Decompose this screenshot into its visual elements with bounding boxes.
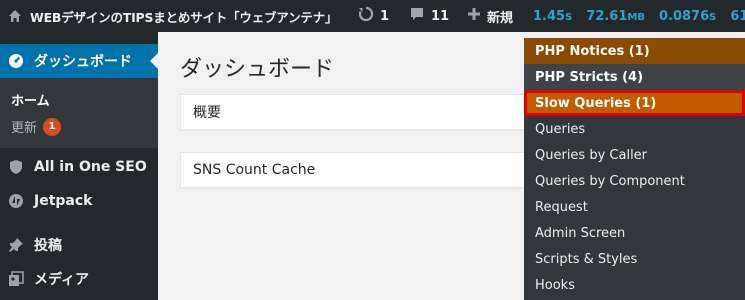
qm-time: 1.45S bbox=[533, 8, 573, 24]
query-monitor-stats[interactable]: 1.45S 72.61MB 0.0876S 61Q bbox=[533, 0, 745, 32]
plus-icon bbox=[467, 7, 481, 25]
sidebar-item-label: ダッシュボード bbox=[34, 54, 132, 70]
shield-icon bbox=[8, 159, 24, 175]
home-icon[interactable] bbox=[8, 0, 22, 32]
qm-menu-item-admin-screen[interactable]: Admin Screen bbox=[524, 220, 745, 246]
query-monitor-menu: PHP Notices (1) PHP Stricts (4) Slow Que… bbox=[524, 38, 745, 300]
sidebar-item-dashboard[interactable]: ダッシュボード bbox=[0, 44, 158, 78]
sidebar-item-label: All in One SEO bbox=[34, 159, 147, 175]
sidebar-item-jetpack[interactable]: Jetpack bbox=[0, 186, 158, 216]
sidebar-item-label: Jetpack bbox=[34, 193, 93, 209]
qm-menu-item-request[interactable]: Request bbox=[524, 194, 745, 220]
submenu-item-updates[interactable]: 更新 1 bbox=[11, 117, 62, 136]
submenu-item-label: 更新 bbox=[11, 121, 38, 136]
qm-db-time: 0.0876S bbox=[658, 8, 717, 24]
jetpack-icon bbox=[8, 193, 24, 209]
sidebar-item-label: 投稿 bbox=[34, 238, 62, 254]
page-title: ダッシュボード bbox=[180, 57, 335, 82]
qm-menu-item-scripts-styles[interactable]: Scripts & Styles bbox=[524, 246, 745, 272]
admin-sidebar: ダッシュボード ホーム 更新 1 All in One SEO Jetpack … bbox=[0, 32, 158, 300]
qm-menu-item-php-stricts[interactable]: PHP Stricts (4) bbox=[524, 64, 745, 90]
qm-menu-item-queries-by-component[interactable]: Queries by Component bbox=[524, 168, 745, 194]
qm-queries: 61Q bbox=[730, 8, 745, 24]
sidebar-item-media[interactable]: メディア bbox=[0, 264, 158, 294]
dashboard-widget-overview[interactable]: 概要 bbox=[180, 94, 540, 130]
submenu-item-home[interactable]: ホーム bbox=[11, 90, 50, 109]
comments-link[interactable]: 11 bbox=[409, 0, 449, 32]
refresh-icon bbox=[358, 6, 374, 26]
dashboard-submenu: ホーム 更新 1 bbox=[0, 78, 158, 148]
pin-icon bbox=[8, 237, 24, 253]
comment-icon bbox=[409, 6, 425, 26]
qm-menu-item-php-notices[interactable]: PHP Notices (1) bbox=[524, 38, 745, 64]
comments-count: 11 bbox=[431, 8, 450, 24]
qm-menu-item-queries-by-caller[interactable]: Queries by Caller bbox=[524, 142, 745, 168]
new-label: 新規 bbox=[487, 10, 514, 26]
admin-bar: WEBデザインのTIPSまとめサイト「ウェブアンテナ」 1 11 新規 1.45… bbox=[0, 0, 745, 32]
update-count-badge: 1 bbox=[43, 117, 62, 136]
sidebar-item-label: メディア bbox=[34, 272, 90, 288]
dashboard-widget-sns-count-cache[interactable]: SNS Count Cache bbox=[180, 152, 540, 188]
dashboard-icon bbox=[8, 53, 24, 69]
qm-memory: 72.61MB bbox=[586, 8, 645, 24]
site-name-link[interactable]: WEBデザインのTIPSまとめサイト「ウェブアンテナ」 bbox=[30, 0, 337, 32]
new-content-link[interactable]: 新規 bbox=[467, 0, 513, 32]
qm-menu-item-hooks[interactable]: Hooks bbox=[524, 272, 745, 298]
sidebar-item-all-in-one-seo[interactable]: All in One SEO bbox=[0, 152, 158, 182]
updates-count: 1 bbox=[380, 8, 390, 24]
media-icon bbox=[8, 271, 24, 287]
qm-menu-item-slow-queries[interactable]: Slow Queries (1) bbox=[524, 90, 745, 116]
qm-menu-item-queries[interactable]: Queries bbox=[524, 116, 745, 142]
sidebar-item-posts[interactable]: 投稿 bbox=[0, 230, 158, 260]
updates-link[interactable]: 1 bbox=[358, 0, 389, 32]
